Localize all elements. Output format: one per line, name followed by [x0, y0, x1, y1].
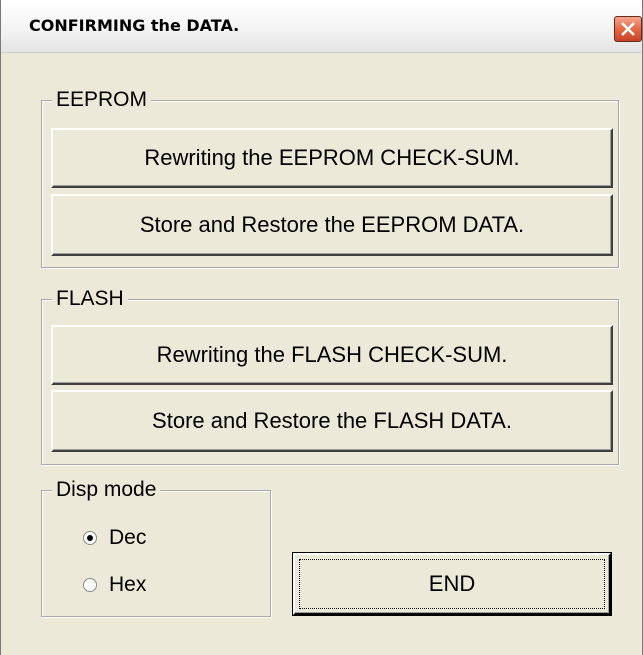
radio-dec[interactable]: Dec: [83, 526, 146, 550]
rewrite-eeprom-checksum-button[interactable]: Rewriting the EEPROM CHECK-SUM.: [51, 128, 613, 188]
rewrite-eeprom-checksum-label: Rewriting the EEPROM CHECK-SUM.: [144, 145, 520, 170]
rewrite-flash-checksum-label: Rewriting the FLASH CHECK-SUM.: [156, 342, 508, 367]
radio-hex-label: Hex: [109, 573, 147, 596]
dialog-window: CONFIRMING the DATA. EEPROM Rewriting th…: [0, 0, 643, 655]
radio-dec-indicator[interactable]: [83, 531, 97, 545]
radio-hex[interactable]: Hex: [83, 573, 146, 597]
end-button[interactable]: END: [292, 552, 612, 616]
flash-group-label: FLASH: [52, 286, 128, 312]
store-restore-flash-label: Store and Restore the FLASH DATA.: [152, 408, 512, 433]
store-restore-eeprom-label: Store and Restore the EEPROM DATA.: [139, 212, 525, 237]
end-button-focus-ring: END: [299, 559, 605, 609]
rewrite-flash-checksum-button[interactable]: Rewriting the FLASH CHECK-SUM.: [51, 325, 613, 385]
disp-mode-group: Disp mode: [41, 477, 271, 617]
disp-mode-group-label: Disp mode: [52, 477, 161, 503]
eeprom-group-label: EEPROM: [52, 87, 152, 113]
radio-hex-indicator[interactable]: [83, 578, 97, 592]
store-restore-flash-button[interactable]: Store and Restore the FLASH DATA.: [51, 390, 613, 452]
window-title: CONFIRMING the DATA.: [29, 16, 240, 35]
title-bar[interactable]: CONFIRMING the DATA.: [1, 0, 642, 53]
radio-dec-label: Dec: [109, 526, 147, 549]
store-restore-eeprom-button[interactable]: Store and Restore the EEPROM DATA.: [51, 194, 613, 256]
close-button[interactable]: [614, 16, 642, 42]
end-button-label: END: [428, 571, 476, 596]
close-icon: [621, 22, 635, 36]
